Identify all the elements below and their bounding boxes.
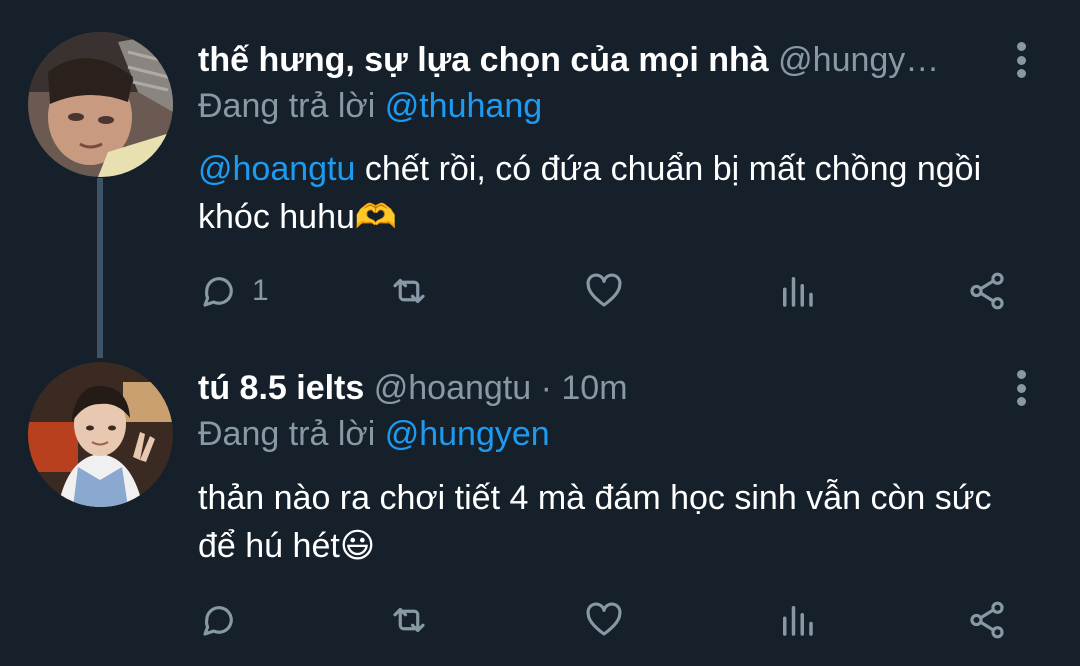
separator-dot: ·	[531, 369, 562, 407]
tweet-1[interactable]: thế hưng, sự lựa chọn của mọi nhà @hungy…	[0, 0, 1080, 340]
share-icon	[970, 272, 1004, 310]
tweet-text: thản nào ra chơi tiết 4 mà đám học sinh …	[198, 474, 1038, 570]
user-handle[interactable]: @hungy…	[778, 41, 939, 79]
more-options-button[interactable]	[1006, 366, 1036, 410]
view-stats-button[interactable]	[776, 597, 818, 643]
reply-icon	[203, 606, 233, 636]
share-button[interactable]	[966, 268, 1008, 314]
more-icon	[1016, 370, 1026, 379]
tweet-actions: 1	[198, 268, 1028, 314]
tweet-2[interactable]: tú 8.5 ielts @hoangtu · 10m Đang trả lời…	[0, 340, 1080, 666]
retweet-button[interactable]	[388, 597, 430, 643]
more-icon	[1016, 42, 1026, 51]
like-icon	[586, 273, 622, 307]
retweet-icon	[393, 607, 425, 633]
stats-icon	[783, 606, 813, 636]
avatar[interactable]	[28, 362, 173, 507]
more-options-button[interactable]	[1006, 38, 1036, 82]
retweet-button[interactable]	[388, 268, 430, 314]
share-icon	[970, 601, 1004, 639]
reply-button[interactable]: 1	[198, 268, 269, 314]
replying-to-label: Đang trả lời	[198, 415, 376, 453]
like-button[interactable]	[583, 597, 625, 643]
retweet-icon	[393, 278, 425, 304]
timestamp[interactable]: 10m	[561, 369, 627, 407]
share-button[interactable]	[966, 597, 1008, 643]
reply-count: 1	[252, 274, 269, 307]
replying-to-mention[interactable]: @thuhang	[385, 87, 542, 125]
like-button[interactable]	[583, 268, 625, 314]
user-handle[interactable]: @hoangtu	[374, 369, 531, 407]
display-name[interactable]: tú 8.5 ielts	[198, 369, 364, 407]
like-icon	[586, 602, 622, 636]
reply-button[interactable]	[198, 597, 252, 643]
reply-icon	[203, 277, 233, 307]
tweet-header: tú 8.5 ielts @hoangtu · 10m	[198, 368, 990, 408]
tweet-header: thế hưng, sự lựa chọn của mọi nhà @hungy…	[198, 40, 990, 80]
view-stats-button[interactable]	[776, 268, 818, 314]
tweet-text: @hoangtu chết rồi, có đứa chuẩn bị mất c…	[198, 145, 1038, 241]
replying-to-mention[interactable]: @hungyen	[385, 415, 550, 453]
text-mention[interactable]: @hoangtu	[198, 150, 355, 188]
avatar[interactable]	[28, 32, 173, 177]
tweet-actions	[198, 597, 1028, 643]
text-content: thản nào ra chơi tiết 4 mà đám học sinh …	[198, 479, 992, 565]
replying-to: Đang trả lời @hungyen	[198, 414, 550, 454]
display-name[interactable]: thế hưng, sự lựa chọn của mọi nhà	[198, 41, 769, 79]
replying-to: Đang trả lời @thuhang	[198, 86, 542, 126]
replying-to-label: Đang trả lời	[198, 87, 376, 125]
stats-icon	[783, 277, 813, 307]
